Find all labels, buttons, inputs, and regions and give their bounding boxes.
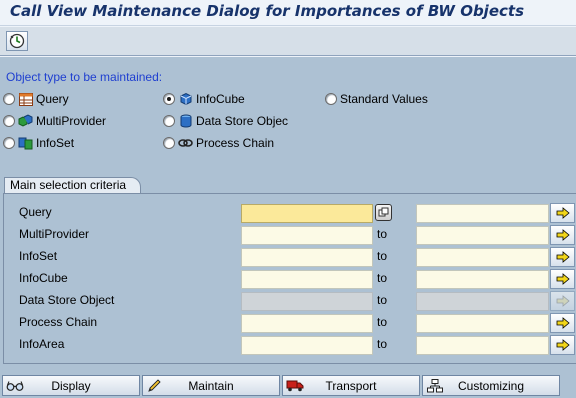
- to-label: to: [377, 337, 388, 351]
- transport-button[interactable]: Transport: [282, 375, 420, 396]
- radio-label: Query: [36, 92, 69, 106]
- display-button[interactable]: Display: [2, 375, 140, 396]
- radio-circle[interactable]: [3, 93, 15, 105]
- infoset-multiple-selection-button[interactable]: [550, 247, 575, 267]
- radio-label: InfoCube: [196, 92, 245, 106]
- customizing-button[interactable]: Customizing: [422, 375, 560, 396]
- execute-button[interactable]: [6, 31, 28, 51]
- multiple-selection-icon[interactable]: [375, 204, 392, 221]
- infoset-to-input[interactable]: [416, 248, 549, 267]
- radio-standard-values[interactable]: Standard Values: [325, 91, 428, 107]
- radio-label: Process Chain: [196, 136, 275, 150]
- radio-query[interactable]: Query: [3, 91, 69, 107]
- application-toolbar: [0, 27, 576, 56]
- radio-label: InfoSet: [36, 136, 75, 150]
- datastore-to-input: [416, 292, 549, 311]
- to-label: to: [377, 227, 388, 241]
- selection-row-process-chain: Process Chain to: [4, 312, 576, 334]
- multiprovider-to-input[interactable]: [416, 226, 549, 245]
- radio-circle[interactable]: [3, 115, 15, 127]
- selection-row-infoset: InfoSet to: [4, 246, 576, 268]
- row-label: Data Store Object: [19, 293, 115, 307]
- query-table-icon: [18, 92, 33, 106]
- radio-circle[interactable]: [163, 137, 175, 149]
- infocube-multiple-selection-button[interactable]: [550, 269, 575, 289]
- multiprovider-multiple-selection-button[interactable]: [550, 225, 575, 245]
- process-chain-icon: [178, 136, 193, 150]
- infoarea-from-input[interactable]: [241, 336, 373, 355]
- radio-circle-selected[interactable]: [163, 93, 175, 105]
- query-to-input[interactable]: [416, 204, 549, 223]
- selection-row-query: Query: [4, 202, 576, 224]
- process-chain-from-input[interactable]: [241, 314, 373, 333]
- multiprovider-from-input[interactable]: [241, 226, 373, 245]
- maintain-button[interactable]: Maintain: [142, 375, 280, 396]
- datastore-multiple-selection-button: [550, 291, 575, 311]
- title-bar: Call View Maintenance Dialog for Importa…: [0, 0, 576, 26]
- arrow-right-icon: [556, 295, 570, 307]
- arrow-right-icon: [556, 207, 570, 219]
- to-label: to: [377, 315, 388, 329]
- row-label: InfoArea: [19, 337, 65, 351]
- arrow-right-icon: [556, 317, 570, 329]
- row-label: Query: [19, 205, 52, 219]
- radio-process-chain[interactable]: Process Chain: [163, 135, 274, 151]
- selection-row-infocube: InfoCube to: [4, 268, 576, 290]
- action-button-bar: Display Maintain Transport Customizing: [0, 373, 576, 398]
- radio-infocube[interactable]: InfoCube: [163, 91, 245, 107]
- arrow-right-icon: [556, 273, 570, 285]
- object-type-label: Object type to be maintained:: [6, 70, 163, 84]
- infoarea-multiple-selection-button[interactable]: [550, 335, 575, 355]
- radio-circle[interactable]: [325, 93, 337, 105]
- radio-circle[interactable]: [3, 137, 15, 149]
- infocube-from-input[interactable]: [241, 270, 373, 289]
- infoset-icon: [18, 136, 33, 150]
- glasses-icon: [6, 378, 24, 393]
- main-panel: Object type to be maintained: Query Info…: [0, 57, 576, 398]
- radio-datastore[interactable]: Data Store Objec: [163, 113, 288, 129]
- infocube-icon: [178, 92, 193, 106]
- row-label: MultiProvider: [19, 227, 90, 241]
- selection-criteria-group: Query MultiProvider to InfoSet to InfoCu…: [3, 193, 576, 364]
- window-title: Call View Maintenance Dialog for Importa…: [10, 2, 524, 20]
- radio-infoset[interactable]: InfoSet: [3, 135, 74, 151]
- to-label: to: [377, 293, 388, 307]
- infoset-from-input[interactable]: [241, 248, 373, 267]
- row-label: InfoCube: [19, 271, 68, 285]
- infoarea-to-input[interactable]: [416, 336, 549, 355]
- selection-row-datastore: Data Store Object to: [4, 290, 576, 312]
- row-label: InfoSet: [19, 249, 58, 263]
- arrow-right-icon: [556, 251, 570, 263]
- process-chain-to-input[interactable]: [416, 314, 549, 333]
- infocube-to-input[interactable]: [416, 270, 549, 289]
- arrow-right-icon: [556, 339, 570, 351]
- radio-multiprovider[interactable]: MultiProvider: [3, 113, 106, 129]
- process-chain-multiple-selection-button[interactable]: [550, 313, 575, 333]
- selection-row-infoarea: InfoArea to: [4, 334, 576, 356]
- radio-circle[interactable]: [163, 115, 175, 127]
- multiprovider-icon: [18, 114, 33, 128]
- pencil-icon: [146, 378, 164, 393]
- radio-label: Data Store Objec: [196, 114, 289, 128]
- to-label: to: [377, 271, 388, 285]
- truck-icon: [286, 378, 304, 393]
- tab-main-selection-criteria[interactable]: Main selection criteria: [4, 177, 141, 193]
- selection-row-multiprovider: MultiProvider to: [4, 224, 576, 246]
- row-label: Process Chain: [19, 315, 98, 329]
- query-multiple-selection-button[interactable]: [550, 203, 575, 223]
- datastore-icon: [178, 114, 193, 128]
- query-from-input[interactable]: [241, 204, 373, 223]
- to-label: to: [377, 249, 388, 263]
- datastore-from-input: [241, 292, 373, 311]
- hierarchy-icon: [426, 378, 444, 393]
- execute-clock-icon: [9, 33, 25, 49]
- radio-label: MultiProvider: [36, 114, 107, 128]
- arrow-right-icon: [556, 229, 570, 241]
- radio-label: Standard Values: [340, 92, 428, 106]
